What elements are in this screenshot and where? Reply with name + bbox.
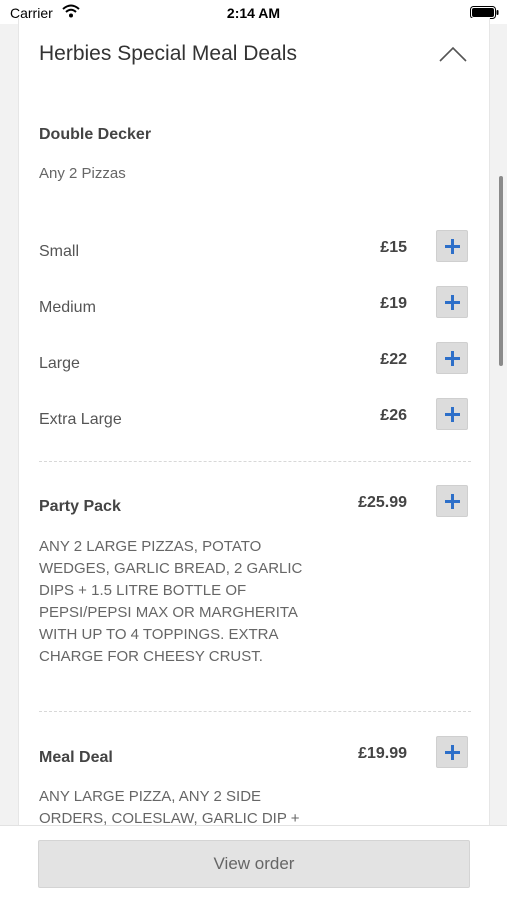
size-label-large: Large bbox=[39, 355, 80, 372]
add-button-meal-deal[interactable] bbox=[436, 736, 468, 768]
add-button-party-pack[interactable] bbox=[436, 485, 468, 517]
price-medium: £19 bbox=[380, 295, 407, 312]
scrollbar[interactable] bbox=[499, 176, 503, 366]
size-label-small: Small bbox=[39, 243, 80, 260]
item-description-party-pack: ANY 2 LARGE PIZZAS, POTATO WEDGES, GARLI… bbox=[39, 538, 303, 665]
add-button-extra-large[interactable] bbox=[436, 398, 468, 430]
item-description-double-decker: Any 2 Pizzas bbox=[39, 165, 126, 182]
view-order-button[interactable]: View order bbox=[38, 840, 470, 888]
item-name-party-pack: Party Pack bbox=[39, 498, 121, 515]
item-name-meal-deal: Meal Deal bbox=[39, 749, 113, 766]
price-large: £22 bbox=[380, 351, 407, 368]
footer: View order bbox=[0, 825, 507, 900]
divider bbox=[39, 711, 471, 712]
add-button-large[interactable] bbox=[436, 342, 468, 374]
price-party-pack: £25.99 bbox=[358, 494, 407, 511]
divider bbox=[39, 461, 471, 462]
price-small: £15 bbox=[380, 239, 407, 256]
item-name-double-decker: Double Decker bbox=[39, 126, 152, 143]
price-extra-large: £26 bbox=[380, 407, 407, 424]
add-button-small[interactable] bbox=[436, 230, 468, 262]
menu-section-card: Herbies Special Meal Deals Double Decker… bbox=[18, 18, 490, 838]
chevron-up-icon[interactable] bbox=[439, 46, 467, 62]
size-label-extra-large: Extra Large bbox=[39, 411, 122, 428]
section-title: Herbies Special Meal Deals bbox=[39, 42, 297, 65]
price-meal-deal: £19.99 bbox=[358, 745, 407, 762]
size-label-medium: Medium bbox=[39, 299, 96, 316]
add-button-medium[interactable] bbox=[436, 286, 468, 318]
